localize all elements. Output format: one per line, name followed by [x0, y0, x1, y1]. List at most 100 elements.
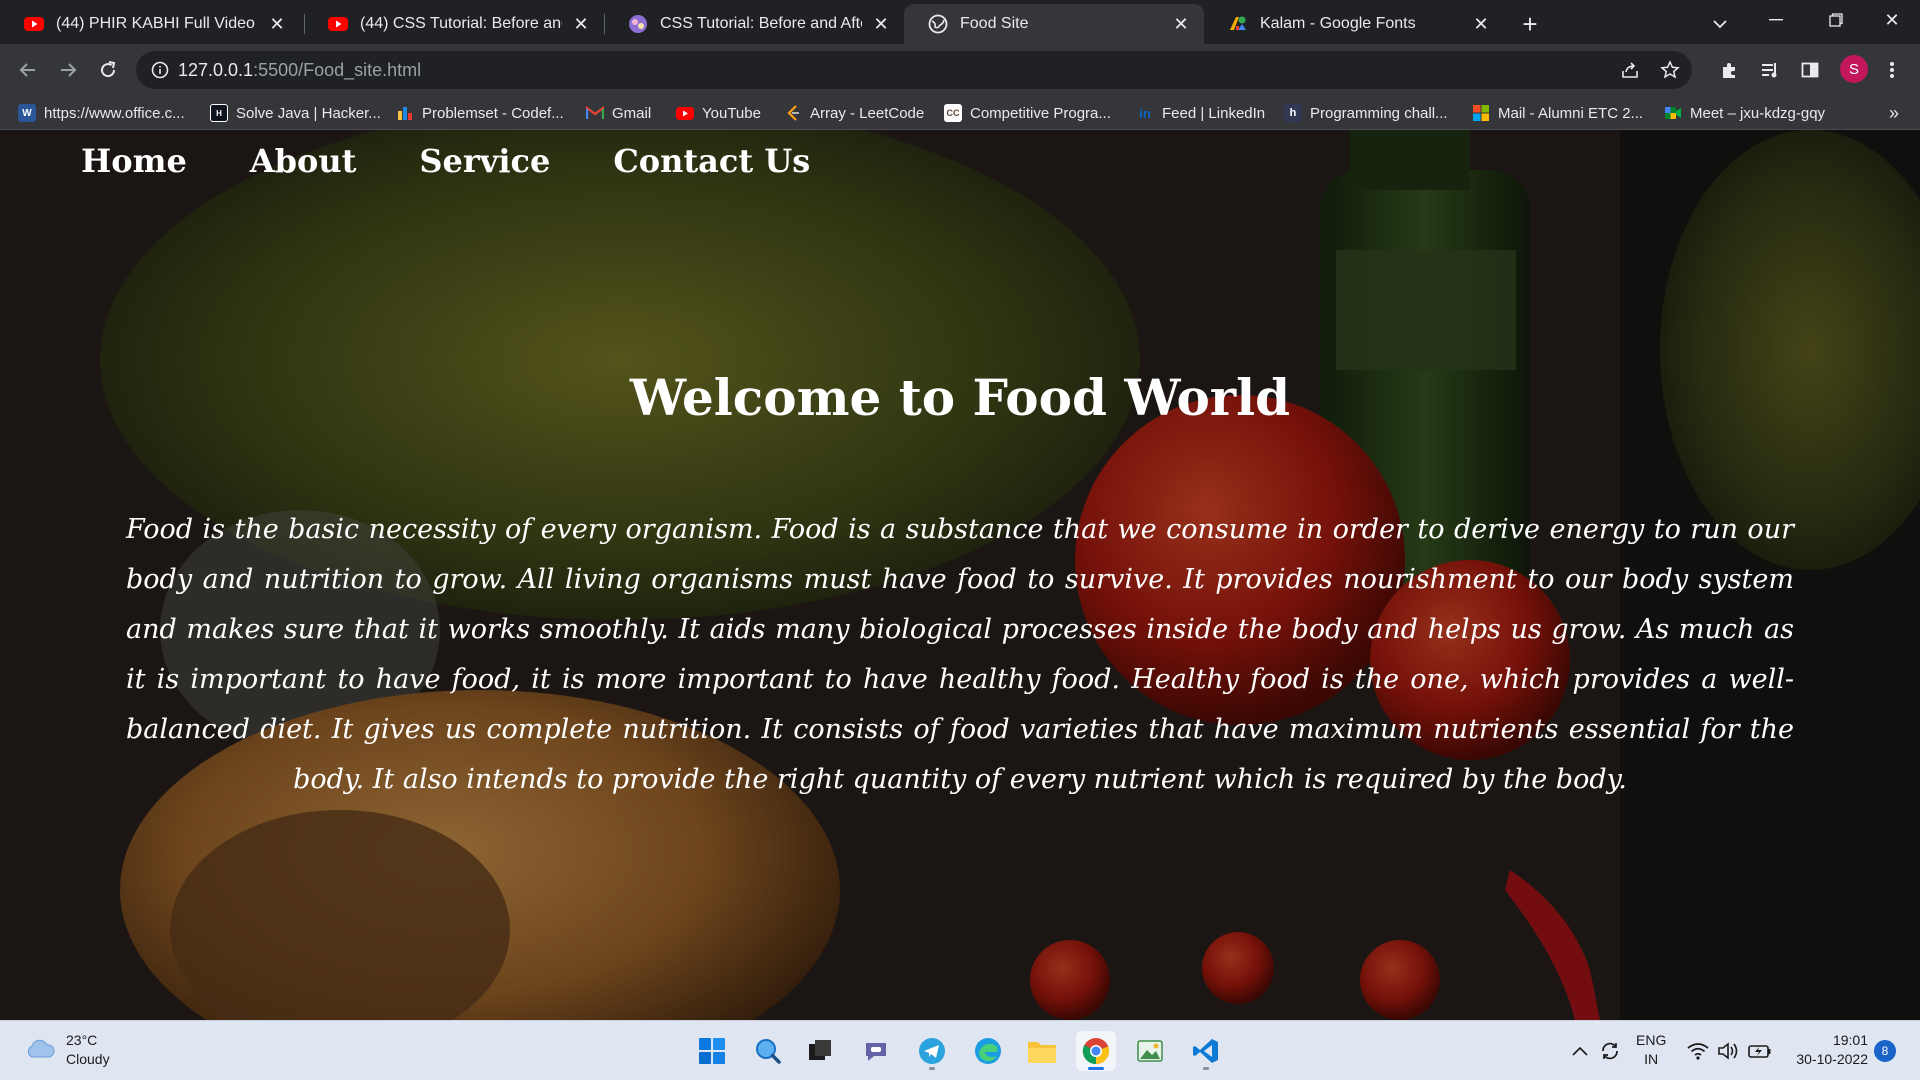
tab-kalam-google-fonts[interactable]: Kalam - Google Fonts ✕ — [1204, 4, 1504, 44]
forward-button[interactable] — [52, 54, 84, 86]
bookmark-youtube[interactable]: YouTube — [676, 101, 761, 125]
weather-widget[interactable]: 23°C Cloudy — [24, 1031, 110, 1069]
address-bar[interactable]: 127.0.0.1:5500/Food_site.html — [136, 51, 1692, 89]
globe-icon — [928, 14, 948, 34]
close-icon[interactable]: ✕ — [1470, 13, 1492, 35]
nav-about-link[interactable]: About — [250, 142, 357, 180]
edge-icon[interactable] — [968, 1031, 1008, 1071]
bookmark-label: Feed | LinkedIn — [1162, 104, 1266, 122]
bookmark-label: Solve Java | Hacker... — [236, 104, 381, 122]
bookmark-office[interactable]: W https://www.office.c... — [18, 101, 185, 125]
close-window-button[interactable]: ✕ — [1862, 0, 1920, 40]
tab-search-icon[interactable] — [1704, 8, 1736, 40]
bookmarks-overflow-button[interactable]: » — [1880, 101, 1908, 125]
chrome-icon[interactable] — [1076, 1031, 1116, 1071]
clock-date: 30-10-2022 — [1796, 1051, 1868, 1067]
running-indicator — [1088, 1067, 1104, 1070]
bookmark-hackerearth[interactable]: h Programming chall... — [1284, 101, 1448, 125]
google-fonts-icon — [1228, 14, 1248, 34]
file-explorer-icon[interactable] — [1022, 1031, 1062, 1071]
menu-kebab-icon[interactable] — [1876, 54, 1908, 86]
bookmark-label: Array - LeetCode — [810, 104, 925, 122]
language-region: IN — [1644, 1051, 1659, 1067]
vscode-icon[interactable] — [1186, 1031, 1226, 1071]
tab-title: Kalam - Google Fonts — [1260, 15, 1416, 32]
bookmark-star-icon[interactable] — [1654, 54, 1686, 86]
hero-paragraph: Food is the basic necessity of every org… — [126, 514, 1794, 795]
nav-home-link[interactable]: Home — [81, 142, 187, 180]
url-text: 127.0.0.1:5500/Food_site.html — [178, 60, 421, 81]
telegram-icon[interactable] — [912, 1031, 952, 1071]
hero-title: Welcome to Food World — [629, 368, 1291, 427]
codeforces-icon — [396, 104, 414, 122]
system-clock[interactable]: 19:01 30-10-2022 — [1784, 1031, 1868, 1069]
photos-icon[interactable] — [1130, 1031, 1170, 1071]
sync-icon[interactable] — [1598, 1039, 1622, 1063]
search-icon[interactable] — [748, 1031, 788, 1071]
bookmark-linkedin[interactable]: in Feed | LinkedIn — [1136, 101, 1265, 125]
tab-css-tutorial-youtube[interactable]: (44) CSS Tutorial: Before and Afte ✕ — [304, 4, 604, 44]
leetcode-icon — [784, 104, 802, 122]
back-button[interactable] — [12, 54, 44, 86]
tab-food-site[interactable]: Food Site ✕ — [904, 4, 1204, 44]
bookmark-codeforces[interactable]: Problemset - Codef... — [396, 101, 564, 125]
linkedin-icon: in — [1139, 105, 1151, 121]
battery-icon[interactable] — [1748, 1039, 1772, 1063]
hackerearth-icon: h — [1284, 104, 1302, 122]
tab-title: (44) PHIR KABHI Full Video Song — [56, 15, 258, 32]
bookmark-google-meet[interactable]: Meet – jxu-kdzg-gqy — [1664, 101, 1825, 125]
bookmark-label: Gmail — [612, 104, 652, 122]
reload-button[interactable] — [92, 54, 124, 86]
tab-title: Food Site — [960, 15, 1029, 32]
notification-badge[interactable]: 8 — [1874, 1040, 1896, 1062]
cloud-icon — [24, 1037, 56, 1064]
share-icon[interactable] — [1614, 54, 1646, 86]
page-viewport: Home About Service Contact Us Welcome to… — [0, 130, 1920, 1020]
tab-strip: (44) PHIR KABHI Full Video Song ✕ (44) C… — [0, 0, 1920, 44]
teams-chat-icon[interactable] — [856, 1031, 896, 1071]
bookmark-label: Meet – jxu-kdzg-gqy — [1690, 104, 1826, 122]
nav-contact-link[interactable]: Contact Us — [613, 142, 810, 180]
volume-icon[interactable] — [1716, 1039, 1740, 1063]
bookmark-leetcode[interactable]: Array - LeetCode — [784, 101, 924, 125]
bookmark-alumni-mail[interactable]: Mail - Alumni ETC 2... — [1472, 101, 1643, 125]
nav-service-link[interactable]: Service — [419, 142, 550, 180]
tab-phir-kabhi[interactable]: (44) PHIR KABHI Full Video Song ✕ — [0, 4, 300, 44]
site-info-icon[interactable] — [150, 60, 170, 80]
language-code: ENG — [1636, 1032, 1667, 1048]
bookmark-label: https://www.office.c... — [44, 104, 185, 122]
close-icon[interactable]: ✕ — [1170, 13, 1192, 35]
new-tab-button[interactable]: + — [1514, 8, 1546, 40]
close-icon[interactable]: ✕ — [570, 13, 592, 35]
gmail-icon — [586, 104, 604, 122]
restore-button[interactable] — [1806, 0, 1866, 40]
url-path: :5500/Food_site.html — [253, 60, 422, 80]
tab-title: CSS Tutorial: Before and After Ps — [660, 15, 862, 32]
chevron-up-icon[interactable] — [1568, 1039, 1592, 1063]
bookmark-label: Problemset - Codef... — [422, 104, 564, 122]
side-panel-icon[interactable] — [1794, 54, 1826, 86]
close-icon[interactable]: ✕ — [870, 13, 892, 35]
microsoft-icon — [1472, 104, 1490, 122]
tab-css-tutorial-site[interactable]: CSS Tutorial: Before and After Ps ✕ — [604, 4, 904, 44]
bookmark-label: Competitive Progra... — [970, 104, 1111, 122]
youtube-icon — [24, 14, 44, 34]
windows-taskbar: 23°C Cloudy ENG IN 19:01 30-10-2022 8 — [0, 1020, 1920, 1080]
extensions-icon[interactable] — [1714, 54, 1746, 86]
tab-title: (44) CSS Tutorial: Before and Afte — [360, 15, 562, 32]
profile-avatar[interactable]: S — [1840, 55, 1868, 83]
media-control-icon[interactable] — [1754, 54, 1786, 86]
windows-start-icon[interactable] — [692, 1031, 732, 1071]
running-indicator — [929, 1067, 935, 1070]
task-view-icon[interactable] — [800, 1031, 840, 1071]
close-icon[interactable]: ✕ — [266, 13, 288, 35]
url-host: 127.0.0.1 — [178, 60, 254, 80]
input-language-indicator[interactable]: ENG IN — [1636, 1031, 1666, 1069]
bookmark-codechef[interactable]: CC Competitive Progra... — [944, 101, 1111, 125]
wifi-icon[interactable] — [1686, 1039, 1710, 1063]
bookmarks-bar: W https://www.office.c... H Solve Java |… — [0, 96, 1920, 130]
bookmark-hackerrank[interactable]: H Solve Java | Hacker... — [210, 101, 381, 125]
hackerrank-icon: H — [210, 104, 228, 122]
bookmark-gmail[interactable]: Gmail — [586, 101, 651, 125]
minimize-button[interactable] — [1746, 0, 1806, 40]
